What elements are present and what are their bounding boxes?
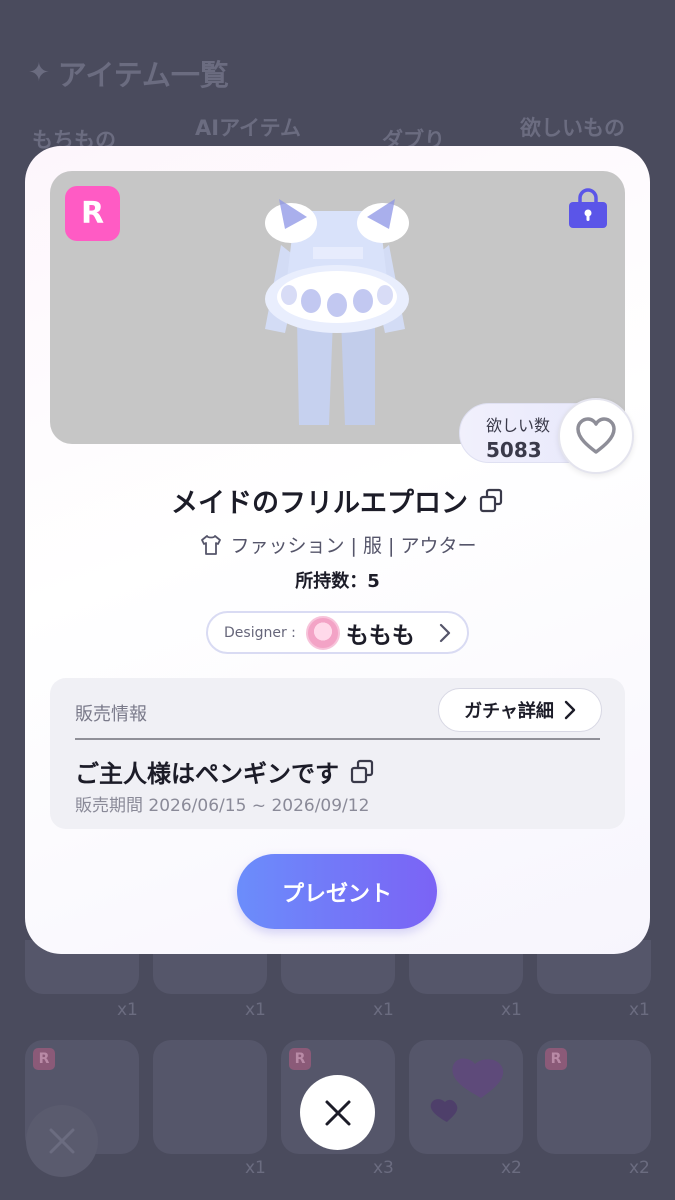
close-button[interactable] — [300, 1075, 375, 1150]
wish-counter: 欲しい数 5083 — [459, 398, 644, 474]
owned-count: 所持数：5 — [295, 571, 380, 592]
sales-info-panel: 販売情報 ガチャ詳細 ご主人様はペンギンです 販売期間 2026/06/15 ~… — [50, 678, 625, 829]
chevron-right-icon — [439, 623, 451, 642]
background-grid-count: x1 — [245, 1158, 266, 1178]
item-detail-modal: R 欲しい数 5083 メイドのフリルエプロン ファッション | 服 | アウタ… — [25, 146, 650, 954]
background-rarity-badge: R — [33, 1048, 55, 1070]
background-grid-count: x1 — [501, 1000, 522, 1020]
copy-icon[interactable] — [349, 759, 375, 785]
gacha-name: ご主人様はペンギンです — [75, 760, 339, 788]
designer-name: ももも — [345, 622, 415, 649]
close-icon — [325, 1100, 350, 1125]
designer-label: Designer : — [224, 624, 296, 641]
background-grid-count: x2 — [629, 1158, 650, 1178]
heart-sticker-icon — [430, 1058, 504, 1122]
item-category: ファッション | 服 | アウター — [230, 535, 477, 557]
background-grid-cell: R — [537, 1040, 651, 1154]
background-grid-count: x2 — [501, 1158, 522, 1178]
item-name: メイドのフリルエプロン — [171, 488, 468, 519]
present-button[interactable]: プレゼント — [237, 854, 437, 929]
copy-icon[interactable] — [478, 488, 504, 514]
background-grid-cell — [409, 1040, 523, 1154]
background-close-icon — [26, 1105, 98, 1177]
shirt-icon — [200, 534, 221, 555]
background-tab-wishlist: 欲しいもの — [520, 116, 625, 140]
chevron-right-icon — [564, 700, 576, 720]
background-grid-cell — [153, 1040, 267, 1154]
background-tab-ai-items: AIアイテム — [195, 116, 301, 140]
sales-divider — [75, 738, 600, 740]
background-grid-count: x1 — [373, 1000, 394, 1020]
sales-period: 販売期間 2026/06/15 ~ 2026/09/12 — [75, 796, 370, 816]
item-category-row: ファッション | 服 | アウター — [25, 531, 650, 558]
background-grid-count: x1 — [245, 1000, 266, 1020]
rarity-badge: R — [65, 186, 120, 241]
item-name-row: メイドのフリルエプロン — [25, 481, 650, 520]
lock-icon[interactable] — [566, 186, 610, 230]
background-title-text: アイテム一覧 — [57, 58, 229, 92]
gacha-detail-button[interactable]: ガチャ詳細 — [438, 688, 602, 732]
item-apron-image — [265, 199, 409, 425]
sales-info-label: 販売情報 — [75, 704, 147, 725]
background-rarity-badge: R — [289, 1048, 311, 1070]
background-grid-count: x1 — [117, 1000, 138, 1020]
heart-icon — [576, 417, 616, 454]
designer-button[interactable]: Designer : ももも — [206, 611, 469, 654]
background-rarity-badge: R — [545, 1048, 567, 1070]
sparkle-icon: ✦ — [28, 58, 50, 88]
wishlist-heart-button[interactable] — [558, 398, 634, 474]
designer-avatar — [305, 615, 340, 650]
gacha-name-row: ご主人様はペンギンです — [75, 754, 375, 789]
gacha-detail-label: ガチャ詳細 — [464, 701, 554, 722]
background-grid-count: x3 — [373, 1158, 394, 1178]
background-title: ✦ アイテム一覧 — [28, 52, 229, 94]
background-grid-count: x1 — [629, 1000, 650, 1020]
